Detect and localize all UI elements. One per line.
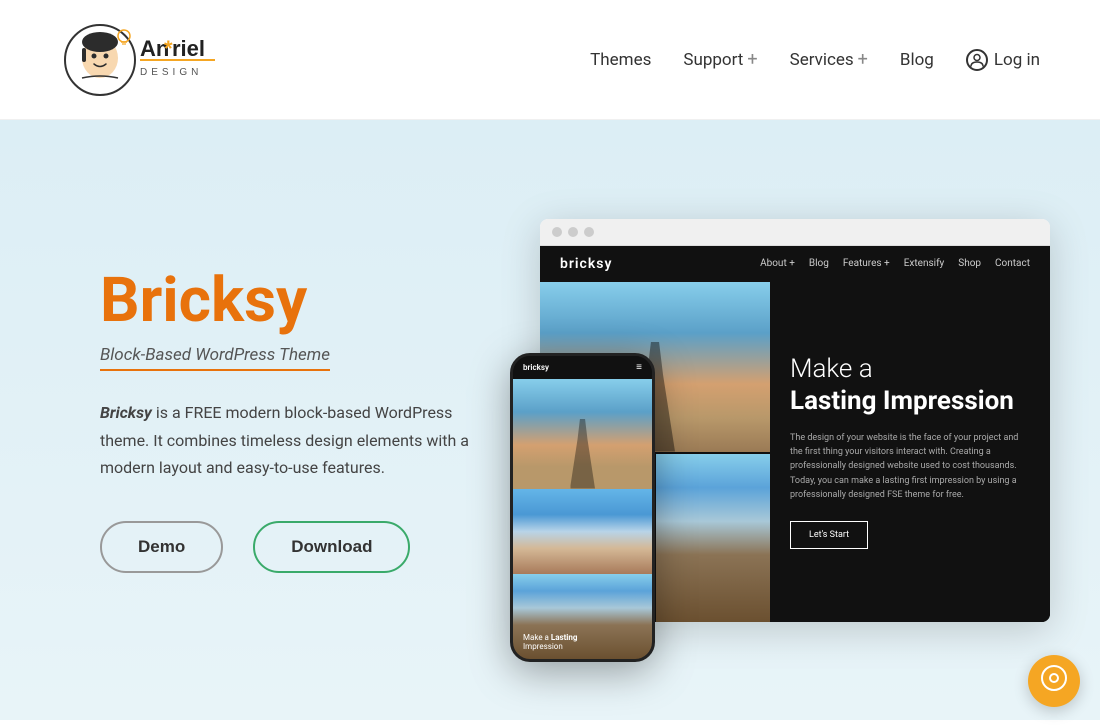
nav-item-themes[interactable]: Themes (590, 50, 651, 70)
browser-dot-1 (552, 227, 562, 237)
hero-content: Bricksy Block-Based WordPress Theme Bric… (100, 267, 500, 573)
services-plus-icon: + (858, 49, 868, 70)
browser-dot-2 (568, 227, 578, 237)
demo-nav-shop: Shop (958, 258, 981, 269)
mobile-image-bottom: Make a Lasting Impression (513, 574, 652, 659)
login-button[interactable]: Log in (966, 49, 1040, 71)
main-nav: Themes Support + Services + Blog Log in (590, 49, 1040, 71)
demo-button[interactable]: Demo (100, 521, 223, 573)
nav-item-support[interactable]: Support + (683, 49, 757, 70)
demo-image-bottom-right (656, 454, 770, 622)
nav-item-blog[interactable]: Blog (900, 50, 934, 70)
demo-headline: Make a Lasting Impression (790, 354, 1030, 416)
browser-bar (540, 219, 1050, 246)
demo-text-area: Make a Lasting Impression The design of … (770, 282, 1050, 622)
hero-preview: bricksy About + Blog Features + Extensif… (540, 219, 1050, 622)
mobile-mockup: bricksy ≡ Make a Lasting Impression (510, 353, 655, 662)
demo-nav-extensify: Extensify (904, 258, 945, 269)
demo-body-text: The design of your website is the face o… (790, 431, 1030, 503)
demo-nav-features: Features + (843, 258, 890, 269)
demo-site-logo: bricksy (560, 256, 612, 272)
demo-site-nav-links: About + Blog Features + Extensify Shop C… (760, 258, 1030, 269)
hero-section: Bricksy Block-Based WordPress Theme Bric… (0, 120, 1100, 720)
user-icon (966, 49, 988, 71)
svg-text:riel: riel (172, 36, 205, 61)
demo-nav-blog: Blog (809, 258, 829, 269)
demo-site-nav: bricksy About + Blog Features + Extensif… (540, 246, 1050, 282)
logo-area: An * riel DESIGN (60, 20, 250, 100)
svg-text:DESIGN: DESIGN (140, 67, 202, 78)
chat-button[interactable] (1028, 655, 1080, 707)
hero-description: Bricksy is a FREE modern block-based Wor… (100, 399, 500, 481)
support-plus-icon: + (747, 49, 757, 70)
nav-item-services[interactable]: Services + (790, 49, 868, 70)
chat-icon (1041, 665, 1067, 697)
browser-dot-3 (584, 227, 594, 237)
mobile-status-bar: bricksy ≡ (513, 356, 652, 379)
demo-nav-contact: Contact (995, 258, 1030, 269)
demo-cta-button[interactable]: Let's Start (790, 521, 868, 549)
mobile-image-mid (513, 489, 652, 574)
mobile-image-top (513, 379, 652, 489)
mobile-logo: bricksy (523, 363, 549, 372)
hero-buttons: Demo Download (100, 521, 500, 573)
mobile-content: Make a Lasting Impression (513, 379, 652, 659)
mobile-menu-icon: ≡ (636, 362, 642, 373)
hero-brand-name: Bricksy (100, 403, 152, 422)
download-button[interactable]: Download (253, 521, 410, 573)
logo-image: An * riel DESIGN (60, 20, 250, 100)
header: An * riel DESIGN Themes Support + Servic… (0, 0, 1100, 120)
demo-nav-about: About + (760, 258, 795, 269)
hero-subtitle: Block-Based WordPress Theme (100, 345, 330, 371)
mobile-caption: Make a Lasting Impression (523, 633, 577, 651)
hero-title: Bricksy (100, 267, 500, 335)
